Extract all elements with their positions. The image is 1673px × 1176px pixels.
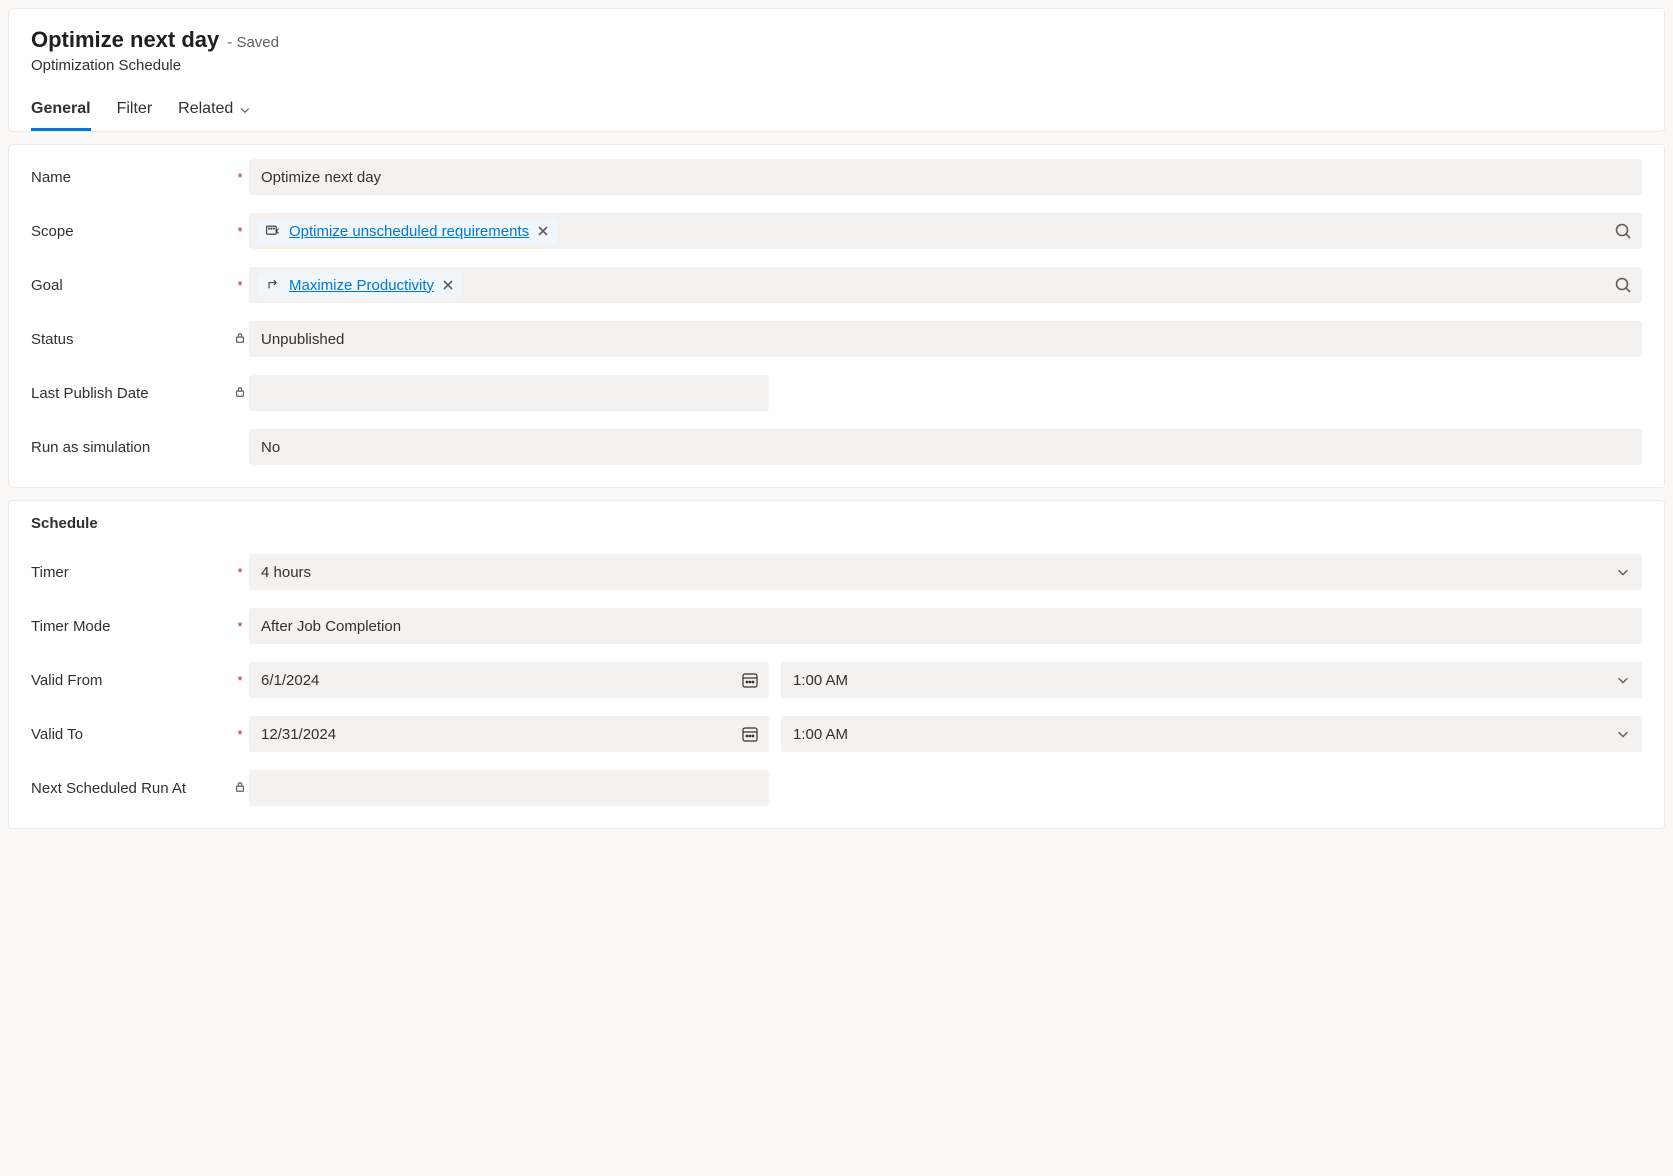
goal-tag: Maximize Productivity <box>257 273 462 298</box>
goal-label: Goal <box>31 277 231 294</box>
lock-icon <box>234 781 246 793</box>
valid-to-date-value: 12/31/2024 <box>261 726 336 743</box>
field-row-valid-from: Valid From * 6/1/2024 1:00 AM <box>31 662 1642 698</box>
field-row-last-publish-date: Last Publish Date <box>31 375 1642 411</box>
calendar-icon[interactable] <box>741 671 759 689</box>
valid-to-time-value: 1:00 AM <box>793 726 848 743</box>
tab-related[interactable]: Related <box>178 100 251 131</box>
scope-tag: Optimize unscheduled requirements <box>257 219 557 244</box>
required-indicator: * <box>237 278 242 293</box>
status-field: Unpublished <box>249 321 1642 357</box>
last-publish-date-field <box>249 375 769 411</box>
scope-lookup[interactable]: Optimize unscheduled requirements <box>249 213 1642 249</box>
goal-link[interactable]: Maximize Productivity <box>289 277 434 294</box>
scope-link[interactable]: Optimize unscheduled requirements <box>289 223 529 240</box>
required-indicator: * <box>237 224 242 239</box>
next-scheduled-run-at-field <box>249 770 769 806</box>
run-as-simulation-label: Run as simulation <box>31 439 231 456</box>
saved-indicator: - Saved <box>227 34 279 51</box>
field-row-timer-mode: Timer Mode * After Job Completion <box>31 608 1642 644</box>
page-header: Optimize next day - Saved Optimization S… <box>8 8 1665 132</box>
timer-select[interactable]: 4 hours <box>249 554 1642 590</box>
required-indicator: * <box>237 673 242 688</box>
field-row-scope: Scope * Optimize unscheduled requirement… <box>31 213 1642 249</box>
tab-general-label: General <box>31 100 91 118</box>
timer-label: Timer <box>31 564 231 581</box>
lock-icon <box>234 386 246 398</box>
run-as-simulation-value: No <box>261 439 280 456</box>
scope-icon <box>265 223 281 239</box>
field-row-valid-to: Valid To * 12/31/2024 1:00 AM <box>31 716 1642 752</box>
lock-icon <box>234 332 246 344</box>
tab-filter[interactable]: Filter <box>117 100 153 131</box>
status-label: Status <box>31 331 231 348</box>
chevron-down-icon <box>1616 673 1630 687</box>
goal-lookup[interactable]: Maximize Productivity <box>249 267 1642 303</box>
schedule-section-title: Schedule <box>31 515 1642 532</box>
required-indicator: * <box>237 727 242 742</box>
chevron-down-icon <box>239 103 251 115</box>
valid-from-date-input[interactable]: 6/1/2024 <box>249 662 769 698</box>
required-indicator: * <box>237 619 242 634</box>
run-as-simulation-field[interactable]: No <box>249 429 1642 465</box>
name-value: Optimize next day <box>261 169 381 186</box>
field-row-run-as-simulation: Run as simulation No <box>31 429 1642 465</box>
valid-from-time-select[interactable]: 1:00 AM <box>781 662 1642 698</box>
timer-mode-label: Timer Mode <box>31 618 231 635</box>
status-value: Unpublished <box>261 331 344 348</box>
valid-to-label: Valid To <box>31 726 231 743</box>
name-input[interactable]: Optimize next day <box>249 159 1642 195</box>
tab-related-label: Related <box>178 100 233 118</box>
scope-label: Scope <box>31 223 231 240</box>
name-label: Name <box>31 169 231 186</box>
next-scheduled-run-at-label: Next Scheduled Run At <box>31 780 231 797</box>
required-indicator: * <box>237 170 242 185</box>
close-icon[interactable] <box>537 225 549 237</box>
search-icon[interactable] <box>1614 222 1632 240</box>
tab-general[interactable]: General <box>31 100 91 131</box>
required-indicator: * <box>237 565 242 580</box>
field-row-name: Name * Optimize next day <box>31 159 1642 195</box>
valid-to-time-select[interactable]: 1:00 AM <box>781 716 1642 752</box>
page-subtitle: Optimization Schedule <box>31 57 1642 74</box>
valid-from-label: Valid From <box>31 672 231 689</box>
calendar-icon[interactable] <box>741 725 759 743</box>
general-section: Name * Optimize next day Scope * Optimiz… <box>8 144 1665 488</box>
goal-icon <box>265 277 281 293</box>
last-publish-date-label: Last Publish Date <box>31 385 231 402</box>
close-icon[interactable] <box>442 279 454 291</box>
valid-from-date-value: 6/1/2024 <box>261 672 319 689</box>
timer-mode-field[interactable]: After Job Completion <box>249 608 1642 644</box>
field-row-next-scheduled-run-at: Next Scheduled Run At <box>31 770 1642 806</box>
valid-to-date-input[interactable]: 12/31/2024 <box>249 716 769 752</box>
chevron-down-icon <box>1616 727 1630 741</box>
field-row-goal: Goal * Maximize Productivity <box>31 267 1642 303</box>
tab-list: General Filter Related <box>31 100 1642 131</box>
chevron-down-icon <box>1616 565 1630 579</box>
valid-from-time-value: 1:00 AM <box>793 672 848 689</box>
field-row-timer: Timer * 4 hours <box>31 554 1642 590</box>
timer-value: 4 hours <box>261 564 311 581</box>
field-row-status: Status Unpublished <box>31 321 1642 357</box>
tab-filter-label: Filter <box>117 100 153 118</box>
schedule-section: Schedule Timer * 4 hours Timer Mode * Af… <box>8 500 1665 829</box>
timer-mode-value: After Job Completion <box>261 618 401 635</box>
page-title: Optimize next day <box>31 27 219 53</box>
search-icon[interactable] <box>1614 276 1632 294</box>
